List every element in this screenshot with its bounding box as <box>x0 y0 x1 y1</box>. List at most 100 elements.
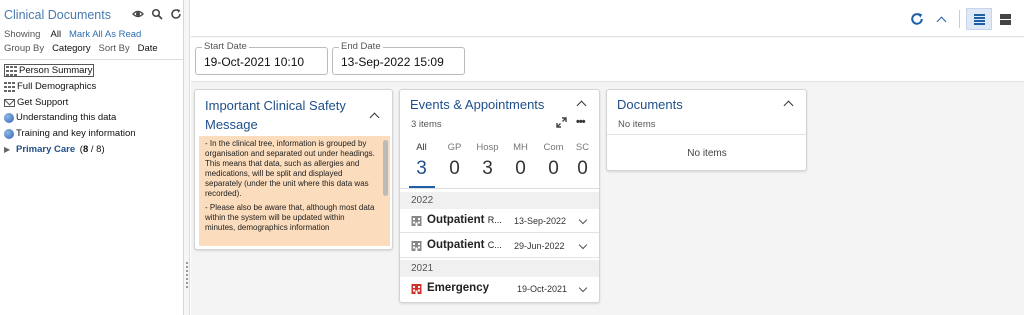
safety-paragraph: - In the clinical tree, information is g… <box>205 139 375 198</box>
tab-label: MH <box>513 142 528 153</box>
events-count: 3 items <box>411 119 442 130</box>
sort-by-value[interactable]: Date <box>138 43 158 54</box>
chevron-down-icon[interactable] <box>578 215 588 225</box>
start-date-label: Start Date <box>202 41 249 52</box>
tree-item-label: Training and key information <box>16 128 136 139</box>
event-row[interactable]: Emergency 19-Oct-2021 <box>400 277 599 301</box>
divider <box>0 59 184 60</box>
info-icon <box>4 128 14 139</box>
event-row[interactable]: Outpatient R... 13-Sep-2022 <box>400 209 599 233</box>
mark-all-read-link[interactable]: Mark All As Read <box>69 29 141 40</box>
more-options-icon[interactable]: ••• <box>576 116 586 128</box>
list-view-button[interactable] <box>966 8 992 30</box>
start-date-field[interactable]: Start Date 19-Oct-2021 10:10 <box>195 41 328 75</box>
grid-icon <box>4 81 15 92</box>
grid-icon <box>6 65 17 76</box>
tree-item-label: Get Support <box>17 97 69 108</box>
sidebar-toolbar <box>132 7 182 20</box>
expand-icon[interactable] <box>556 117 567 128</box>
tree-item-label: Full Demographics <box>17 81 97 92</box>
event-name: Outpatient C... <box>427 239 502 251</box>
documents-count: No items <box>618 119 656 130</box>
tab-all[interactable]: All 3 <box>405 142 438 180</box>
collapse-chevron-icon[interactable] <box>783 100 794 111</box>
showing-value[interactable]: All <box>51 29 62 40</box>
info-icon <box>4 112 14 123</box>
events-card-title: Events & Appointments <box>410 97 545 112</box>
tab-label: All <box>416 142 427 153</box>
tree-item-primary-care[interactable]: ▶ Primary Care (8 / 8) <box>4 143 105 156</box>
tab-label: SC <box>575 142 590 153</box>
group-sort-row: Group By Category Sort By Date <box>4 43 158 54</box>
primary-care-total: / 8) <box>90 144 105 155</box>
divider <box>400 188 599 189</box>
clinical-documents-sidebar: Clinical Documents Showing All Mark All … <box>0 0 184 315</box>
group-by-value[interactable]: Category <box>52 43 91 54</box>
pane-splitter[interactable] <box>184 0 190 315</box>
safety-card-title: Important Clinical Safety Message <box>205 96 346 134</box>
tree-item-label: Person Summary <box>19 65 93 76</box>
refresh-icon[interactable] <box>909 11 925 27</box>
tab-count: 0 <box>449 158 460 179</box>
search-icon[interactable] <box>151 7 163 20</box>
end-date-label: End Date <box>339 41 383 52</box>
tree-item-get-support[interactable]: Get Support <box>4 96 68 109</box>
tree-item-label: Understanding this data <box>16 112 117 123</box>
expand-arrow-icon[interactable]: ▶ <box>4 145 14 154</box>
showing-label: Showing <box>4 29 41 40</box>
tab-mh[interactable]: MH 0 <box>504 142 537 180</box>
year-group-header: 2021 <box>400 260 599 277</box>
chevron-up-icon[interactable] <box>933 11 949 27</box>
sort-by-label: Sort By <box>98 43 130 54</box>
clinical-safety-card: Important Clinical Safety Message - In t… <box>194 89 393 250</box>
top-toolbar <box>191 0 1024 37</box>
event-date: 19-Oct-2021 <box>517 284 568 294</box>
collapse-chevron-icon[interactable] <box>369 112 380 123</box>
event-date: 29-Jun-2022 <box>514 241 565 251</box>
end-date-field[interactable]: End Date 13-Sep-2022 15:09 <box>332 41 465 75</box>
emergency-building-icon <box>411 284 422 294</box>
card-view-icon[interactable] <box>997 11 1013 27</box>
safety-title-line2: Message <box>205 117 258 132</box>
event-name: Outpatient R... <box>427 214 502 226</box>
year-group-header: 2022 <box>400 192 599 209</box>
tree-item-understanding-data[interactable]: Understanding this data <box>4 111 116 124</box>
tab-hosp[interactable]: Hosp 3 <box>471 142 504 180</box>
showing-filter: Showing All Mark All As Read <box>4 29 141 40</box>
primary-care-count: 8 <box>82 144 89 155</box>
chevron-down-icon[interactable] <box>578 240 588 250</box>
eye-icon[interactable] <box>132 7 144 19</box>
documents-empty-message: No items <box>607 134 806 170</box>
start-date-value[interactable]: 19-Oct-2021 10:10 <box>204 55 304 69</box>
tab-gp[interactable]: GP 0 <box>438 142 471 180</box>
tab-sc[interactable]: SC 0 <box>566 142 599 180</box>
mail-icon <box>4 98 15 107</box>
hospital-building-icon <box>411 216 422 226</box>
refresh-icon[interactable] <box>170 7 182 19</box>
tree-item-full-demographics[interactable]: Full Demographics <box>4 80 96 93</box>
scrollbar-thumb[interactable] <box>383 140 388 196</box>
documents-card-title: Documents <box>617 97 683 112</box>
hospital-building-icon <box>411 241 422 251</box>
events-appointments-card: Events & Appointments 3 items ••• All 3 G… <box>399 89 600 303</box>
list-view-icon <box>974 14 985 25</box>
date-range-bar: Start Date 19-Oct-2021 10:10 End Date 13… <box>191 38 1024 82</box>
end-date-value[interactable]: 13-Sep-2022 15:09 <box>341 55 444 69</box>
tree-item-person-summary[interactable]: Person Summary <box>4 64 95 77</box>
safety-message-body: - In the clinical tree, information is g… <box>199 136 390 246</box>
primary-care-label: Primary Care <box>16 144 76 155</box>
event-name: Emergency <box>427 282 490 294</box>
tab-count: 0 <box>577 158 588 179</box>
tab-count: 0 <box>515 158 526 179</box>
tree-item-training[interactable]: Training and key information <box>4 127 136 140</box>
tab-label: Hosp <box>476 142 499 153</box>
tab-label: GP <box>447 142 462 153</box>
event-row[interactable]: Outpatient C... 29-Jun-2022 <box>400 234 599 258</box>
chevron-down-icon[interactable] <box>578 283 588 293</box>
collapse-chevron-icon[interactable] <box>576 100 587 111</box>
tab-count: 3 <box>482 158 493 179</box>
safety-title-line1: Important Clinical Safety <box>205 98 346 113</box>
splitter-grip[interactable] <box>186 262 188 288</box>
documents-card: Documents No items No items <box>606 89 807 171</box>
safety-paragraph: - Please also be aware that, although mo… <box>205 203 375 232</box>
